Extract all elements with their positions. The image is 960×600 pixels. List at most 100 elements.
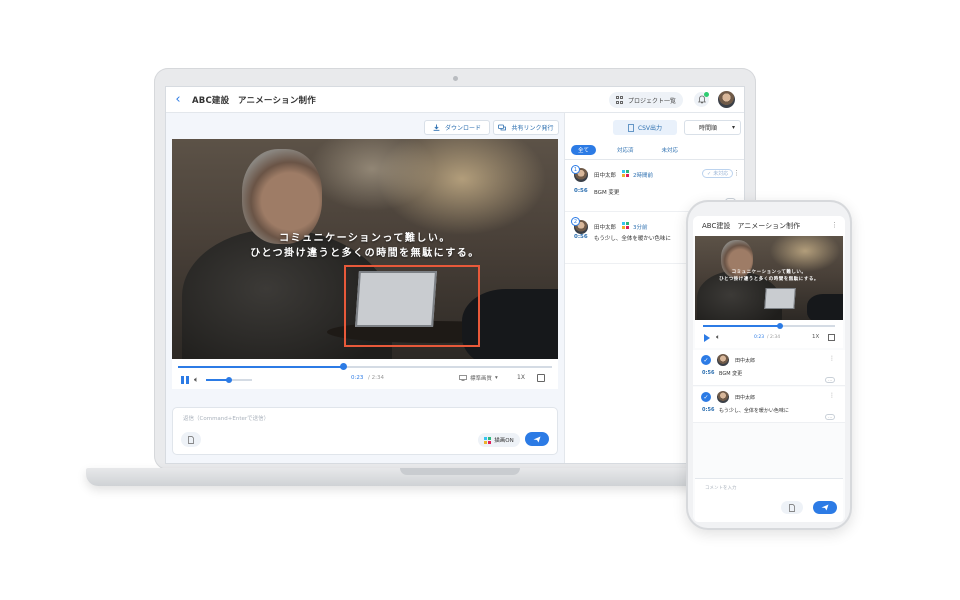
download-button[interactable]: ダウンロード	[424, 120, 490, 135]
phone-comment-composer: コメントを入力	[695, 478, 843, 522]
more-menu-icon[interactable]: ⋮	[829, 392, 835, 399]
comment-author: 田中太郎	[594, 225, 617, 231]
filter-tabs: 全て 対応済 未対応	[571, 145, 685, 155]
avatar	[717, 391, 729, 403]
comment-input[interactable]: 返信（Command+Enterで送信）	[183, 414, 269, 422]
file-icon	[789, 503, 795, 512]
quality-select[interactable]: 標準画質 ▾	[459, 374, 498, 382]
project-list-button[interactable]: プロジェクト一覧	[609, 92, 684, 108]
comment-author: 田中太郎	[735, 358, 756, 364]
volume-icon[interactable]: 🔈︎	[194, 375, 199, 385]
seek-bar[interactable]	[703, 323, 835, 329]
fullscreen-icon[interactable]	[828, 334, 835, 341]
comment-number-badge: 1	[571, 165, 580, 174]
comment-composer: 返信（Command+Enterで送信） 描画ON	[172, 407, 558, 455]
phone-project-title: ABC建設 アニメーション制作	[702, 222, 801, 230]
draw-toggle[interactable]: 描画ON	[478, 433, 520, 447]
send-icon	[821, 504, 829, 511]
csv-icon	[628, 123, 634, 132]
link-icon	[498, 124, 507, 131]
check-icon: ✓	[707, 170, 712, 177]
comment-video-time[interactable]: 0:56	[574, 188, 588, 194]
pause-icon[interactable]	[181, 376, 189, 384]
phone-header: ABC建設 アニメーション制作	[693, 216, 845, 236]
reply-icon[interactable]: ⋯	[825, 414, 835, 420]
csv-label: CSV出力	[637, 125, 663, 132]
tab-unresolved[interactable]: 未対応	[655, 145, 686, 155]
video-caption-line: ひとつ掛け違うと多くの時間を無駄にする。	[719, 277, 819, 282]
total-time: / 2:34	[368, 375, 384, 381]
slack-icon	[622, 170, 629, 177]
monitor-icon	[459, 375, 467, 381]
seek-bar[interactable]	[178, 363, 552, 370]
user-avatar[interactable]	[718, 91, 735, 108]
quality-label: 標準画質	[470, 376, 493, 382]
comment-timestamp: 3分前	[633, 225, 648, 231]
play-icon[interactable]	[704, 334, 710, 342]
player-controls: 🔈︎ 0:23 / 2:34 標準画質 ▾ 1X	[172, 359, 558, 389]
comment-video-time[interactable]: 0:56	[702, 407, 714, 413]
chevron-down-icon: ▾	[731, 124, 735, 131]
tab-resolved[interactable]: 対応済	[610, 145, 641, 155]
comment-video-time[interactable]: 0:56	[702, 370, 714, 376]
total-time: / 2:34	[767, 335, 781, 340]
comment-input[interactable]: コメントを入力	[705, 485, 737, 491]
playback-speed[interactable]: 1X	[517, 374, 525, 381]
current-time: 0:23	[351, 375, 364, 381]
status-badge[interactable]: ✓ 未対応	[702, 169, 734, 178]
comment-text: もう少し、全体を暖かい色味に	[719, 408, 789, 414]
fullscreen-icon[interactable]	[537, 374, 545, 382]
comment-text: もう少し、全体を暖かい色味に	[594, 236, 671, 242]
check-icon[interactable]: ✓	[701, 392, 711, 402]
volume-icon[interactable]: 🔈︎	[716, 333, 720, 342]
sort-select[interactable]: 時間順 ▾	[684, 120, 741, 135]
avatar	[717, 354, 729, 366]
more-menu-icon[interactable]: ⋮	[829, 355, 835, 362]
phone-screen: ABC建設 アニメーション制作 ⋮ コミュニケーションって難しい。 ひとつ掛け違…	[693, 216, 845, 522]
file-icon	[188, 435, 194, 444]
more-menu-icon[interactable]: ⋮	[733, 169, 740, 177]
seek-handle[interactable]	[776, 323, 783, 329]
project-title: ABC建設 アニメーション制作	[192, 95, 316, 106]
video-caption-line: ひとつ掛け違うと多くの時間を無駄にする。	[250, 248, 480, 259]
attach-button[interactable]	[181, 432, 201, 447]
comment-video-time[interactable]: 0:56	[574, 234, 588, 240]
tab-all[interactable]: 全て	[571, 145, 597, 155]
status-label: 未対応	[713, 171, 729, 177]
current-time: 0:23	[754, 335, 765, 340]
annotation-rectangle[interactable]	[344, 265, 480, 347]
phone-player-controls: 🔈︎ 0:23 / 2:34 1X	[695, 320, 843, 348]
product-showcase: ‹ ABC建設 アニメーション制作 プロジェクト一覧 ダウンロード 共有リンク発…	[0, 0, 960, 600]
volume-handle[interactable]	[226, 377, 232, 383]
share-link-label: 共有リンク発行	[511, 125, 554, 132]
laptop-notch	[400, 468, 520, 475]
laptop-camera	[453, 76, 458, 81]
comment-author: 田中太郎	[735, 395, 756, 401]
video-caption-line: コミュニケーションって難しい。	[731, 270, 807, 275]
video-caption-line: コミュニケーションって難しい。	[279, 233, 451, 244]
comment-item[interactable]: ✓ 田中太郎 ⋮ 0:56 もう少し、全体を暖かい色味に ⋯	[693, 387, 845, 423]
laptop-screen: ‹ ABC建設 アニメーション制作 プロジェクト一覧 ダウンロード 共有リンク発…	[165, 86, 745, 464]
video-laptop	[764, 288, 796, 309]
comment-item[interactable]: ✓ 田中太郎 ⋮ 0:56 BGM 変更 ⋯	[693, 350, 845, 386]
comment-text: BGM 変更	[594, 190, 620, 196]
send-button[interactable]	[813, 501, 837, 514]
reply-icon[interactable]: ⋯	[825, 377, 835, 383]
volume-slider[interactable]	[206, 377, 252, 383]
phone-video-player[interactable]: コミュニケーションって難しい。 ひとつ掛け違うと多くの時間を無駄にする。	[695, 236, 843, 320]
playback-speed[interactable]: 1X	[812, 334, 819, 340]
comment-timestamp: 2時間前	[633, 173, 653, 179]
check-icon[interactable]: ✓	[701, 355, 711, 365]
video-player[interactable]: コミュニケーションって難しい。 ひとつ掛け違うと多くの時間を無駄にする。	[172, 139, 558, 359]
chevron-left-icon[interactable]: ‹	[168, 92, 188, 107]
seek-handle[interactable]	[339, 363, 347, 370]
sort-label: 時間順	[699, 125, 718, 132]
video-caption: コミュニケーションって難しい。 ひとつ掛け違うと多くの時間を無駄にする。	[172, 231, 558, 261]
csv-export-button[interactable]: CSV出力	[613, 120, 677, 135]
send-button[interactable]	[525, 432, 549, 446]
more-menu-icon[interactable]: ⋮	[831, 221, 838, 229]
share-link-button[interactable]: 共有リンク発行	[493, 120, 559, 135]
video-arm	[807, 294, 843, 320]
comment-text: BGM 変更	[719, 371, 743, 377]
attach-button[interactable]	[781, 501, 803, 514]
